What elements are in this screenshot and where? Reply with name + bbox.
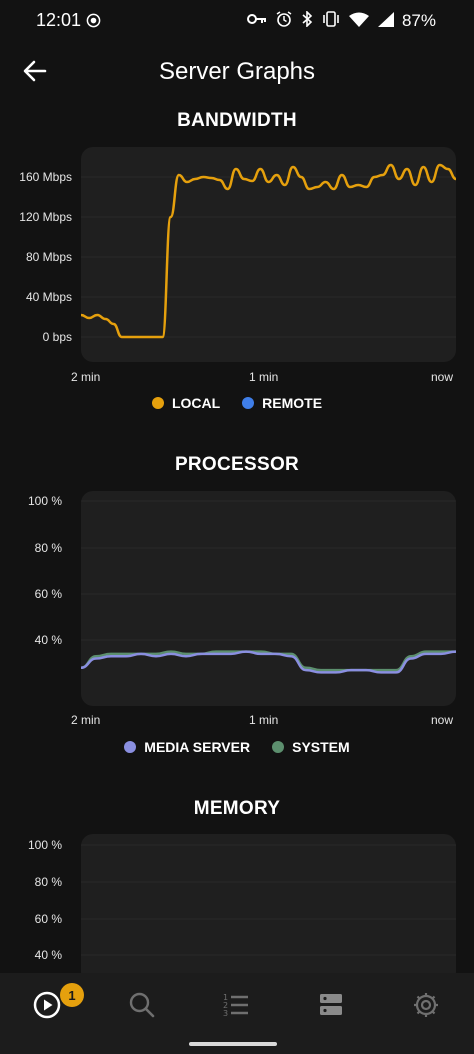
nav-settings[interactable] xyxy=(401,987,451,1023)
list-numbered-icon: 1 2 3 xyxy=(223,993,248,1018)
processor-chart xyxy=(81,491,456,706)
legend-label: SYSTEM xyxy=(292,739,350,755)
bandwidth-title: BANDWIDTH xyxy=(177,110,297,131)
bandwidth-xtick: now xyxy=(431,370,454,384)
bandwidth-local-line xyxy=(81,163,456,339)
status-bar: 12:01 87% xyxy=(0,0,474,44)
memory-ytick: 80 % xyxy=(34,875,62,889)
nav-queue[interactable]: 1 2 3 xyxy=(211,987,261,1023)
processor-ytick: 40 % xyxy=(34,633,62,647)
message-icon xyxy=(86,13,101,28)
legend-label: MEDIA SERVER xyxy=(144,739,251,755)
legend-item-system[interactable]: SYSTEM xyxy=(272,739,350,755)
signal-icon xyxy=(378,11,394,27)
memory-title: MEMORY xyxy=(193,798,281,819)
processor-title: PROCESSOR xyxy=(174,454,300,475)
now-playing-badge: 1 xyxy=(60,983,84,1007)
svg-text:3: 3 xyxy=(223,1009,228,1018)
bandwidth-ytick: 80 Mbps xyxy=(25,250,72,264)
processor-xtick: 2 min xyxy=(71,713,101,727)
bluetooth-icon xyxy=(302,11,313,27)
page-title: Server Graphs xyxy=(158,58,316,85)
legend-item-media-server[interactable]: MEDIA SERVER xyxy=(124,739,250,755)
bandwidth-ytick: 160 Mbps xyxy=(19,170,72,184)
bandwidth-xtick: 1 min xyxy=(249,370,279,384)
alarm-icon xyxy=(276,11,292,27)
memory-ytick: 40 % xyxy=(34,948,62,962)
bandwidth-xtick: 2 min xyxy=(71,370,101,384)
vpn-key-icon xyxy=(247,14,266,24)
processor-xtick: 1 min xyxy=(249,713,279,727)
bandwidth-legend: LOCAL REMOTE xyxy=(0,395,474,411)
search-icon xyxy=(129,992,155,1018)
legend-dot-local xyxy=(151,397,164,409)
legend-label: LOCAL xyxy=(171,395,221,411)
app-header: Server Graphs xyxy=(0,44,474,100)
wifi-icon xyxy=(349,12,369,27)
processor-ytick: 100 % xyxy=(27,494,62,508)
bandwidth-chart-plot xyxy=(81,163,456,339)
bandwidth-ytick: 40 Mbps xyxy=(25,290,72,304)
memory-chart-plot xyxy=(81,844,456,956)
processor-ytick: 60 % xyxy=(34,587,62,601)
processor-media-server-line xyxy=(81,650,456,674)
bandwidth-chart xyxy=(81,147,456,362)
home-indicator[interactable] xyxy=(189,1042,277,1046)
legend-dot-media-server xyxy=(124,741,137,753)
memory-ytick: 60 % xyxy=(34,912,62,926)
memory-ytick: 100 % xyxy=(27,838,62,852)
processor-chart-plot xyxy=(81,500,456,674)
bandwidth-ytick: 0 bps xyxy=(42,330,72,344)
play-circle-icon xyxy=(33,991,61,1019)
vibrate-icon xyxy=(323,11,339,27)
processor-ytick: 80 % xyxy=(34,541,62,555)
legend-dot-system xyxy=(272,741,285,753)
processor-legend: MEDIA SERVER SYSTEM xyxy=(0,739,474,755)
bandwidth-ytick: 120 Mbps xyxy=(19,210,72,224)
processor-xtick: now xyxy=(431,713,454,727)
legend-dot-remote xyxy=(242,397,255,409)
battery-level: 87% xyxy=(401,11,436,30)
gear-icon xyxy=(414,993,438,1017)
legend-item-remote[interactable]: REMOTE xyxy=(242,395,322,411)
nav-servers[interactable] xyxy=(306,987,356,1023)
legend-label: REMOTE xyxy=(262,395,323,411)
status-time: 12:01 xyxy=(36,10,82,30)
memory-chart xyxy=(81,834,456,984)
server-icon xyxy=(320,994,342,1015)
nav-search[interactable] xyxy=(117,987,167,1023)
legend-item-local[interactable]: LOCAL xyxy=(151,395,221,411)
